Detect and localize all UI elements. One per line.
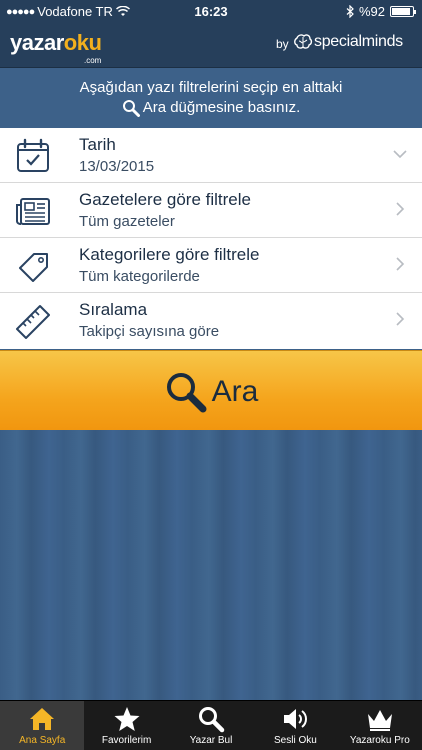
tab-pro[interactable]: Yazaroku Pro — [338, 701, 422, 750]
instructions-line-2: Ara düğmesine basınız. — [122, 98, 301, 118]
crown-icon — [367, 710, 392, 731]
tab-label: Yazar Bul — [189, 735, 233, 746]
search-icon — [122, 100, 140, 117]
chevron-right-icon — [396, 312, 405, 326]
by-label: by — [276, 37, 289, 51]
calendar-icon — [17, 138, 49, 172]
battery-fill — [392, 8, 411, 15]
status-bar: ●●●●● Vodafone TR 16:23 %92 — [0, 0, 422, 22]
filter-row-categories[interactable]: Kategorilere göre filtrele Tüm kategoril… — [0, 238, 422, 293]
filter-list: Tarih 13/03/2015 Gazetelere göre filtrel… — [0, 128, 422, 349]
search-icon — [199, 707, 225, 733]
filter-value: Tüm gazeteler — [79, 213, 175, 230]
app-logo[interactable]: yazaroku — [10, 30, 102, 56]
bluetooth-icon — [346, 5, 354, 18]
filter-row-newspapers[interactable]: Gazetelere göre filtrele Tüm gazeteler — [0, 183, 422, 238]
speaker-icon — [284, 709, 308, 729]
instructions-line-1: Aşağıdan yazı filtrelerini seçip en altt… — [79, 79, 343, 96]
filter-title: Gazetelere göre filtrele — [79, 190, 251, 209]
filter-title: Kategorilere göre filtrele — [79, 245, 260, 264]
filter-row-date[interactable]: Tarih 13/03/2015 — [0, 128, 422, 183]
logo-domain: .com — [84, 56, 102, 65]
star-icon — [114, 707, 140, 731]
instructions-line-2-text: Ara düğmesine basınız. — [142, 99, 301, 116]
search-icon — [166, 373, 207, 413]
wood-background — [0, 430, 422, 700]
logo-text-accent: oku — [63, 30, 102, 55]
chevron-right-icon — [396, 202, 405, 216]
search-area: Ara — [0, 350, 422, 444]
search-button[interactable]: Ara — [0, 369, 422, 415]
tag-icon — [19, 253, 48, 282]
newspaper-icon — [16, 198, 50, 225]
home-icon — [30, 708, 55, 730]
filter-title: Sıralama — [79, 300, 148, 319]
instructions: Aşağıdan yazı filtrelerini seçip en altt… — [0, 68, 422, 128]
battery-percent: %92 — [358, 4, 385, 19]
app-header: yazaroku .com by specialminds — [0, 22, 422, 68]
tab-home[interactable]: Ana Sayfa — [0, 701, 85, 750]
filter-value: Tüm kategorilerde — [79, 268, 200, 285]
ruler-icon — [16, 305, 50, 339]
filter-value: Takipçi sayısına göre — [79, 323, 220, 340]
brain-icon — [294, 34, 313, 49]
filter-row-sorting[interactable]: Sıralama Takipçi sayısına göre — [0, 293, 422, 349]
partner-logo: specialminds — [314, 33, 403, 50]
tab-favorites[interactable]: Favorilerim — [84, 701, 168, 750]
tab-label: Sesli Oku — [274, 735, 317, 746]
chevron-down-icon — [393, 150, 407, 159]
tab-read-aloud[interactable]: Sesli Oku — [253, 701, 337, 750]
filter-value: 13/03/2015 — [79, 158, 155, 175]
tab-label: Yazaroku Pro — [349, 735, 410, 746]
battery-icon — [390, 6, 416, 17]
logo-text-primary: yazar — [10, 30, 64, 55]
tab-bar: Ana Sayfa Favorilerim Yazar Bul Sesli Ok… — [0, 700, 422, 750]
chevron-right-icon — [396, 257, 405, 271]
search-button-label: Ara — [211, 375, 259, 408]
tab-label: Favorilerim — [101, 735, 152, 746]
filter-title: Tarih — [79, 135, 116, 154]
tab-label: Ana Sayfa — [19, 735, 66, 746]
tab-find-author[interactable]: Yazar Bul — [169, 701, 253, 750]
